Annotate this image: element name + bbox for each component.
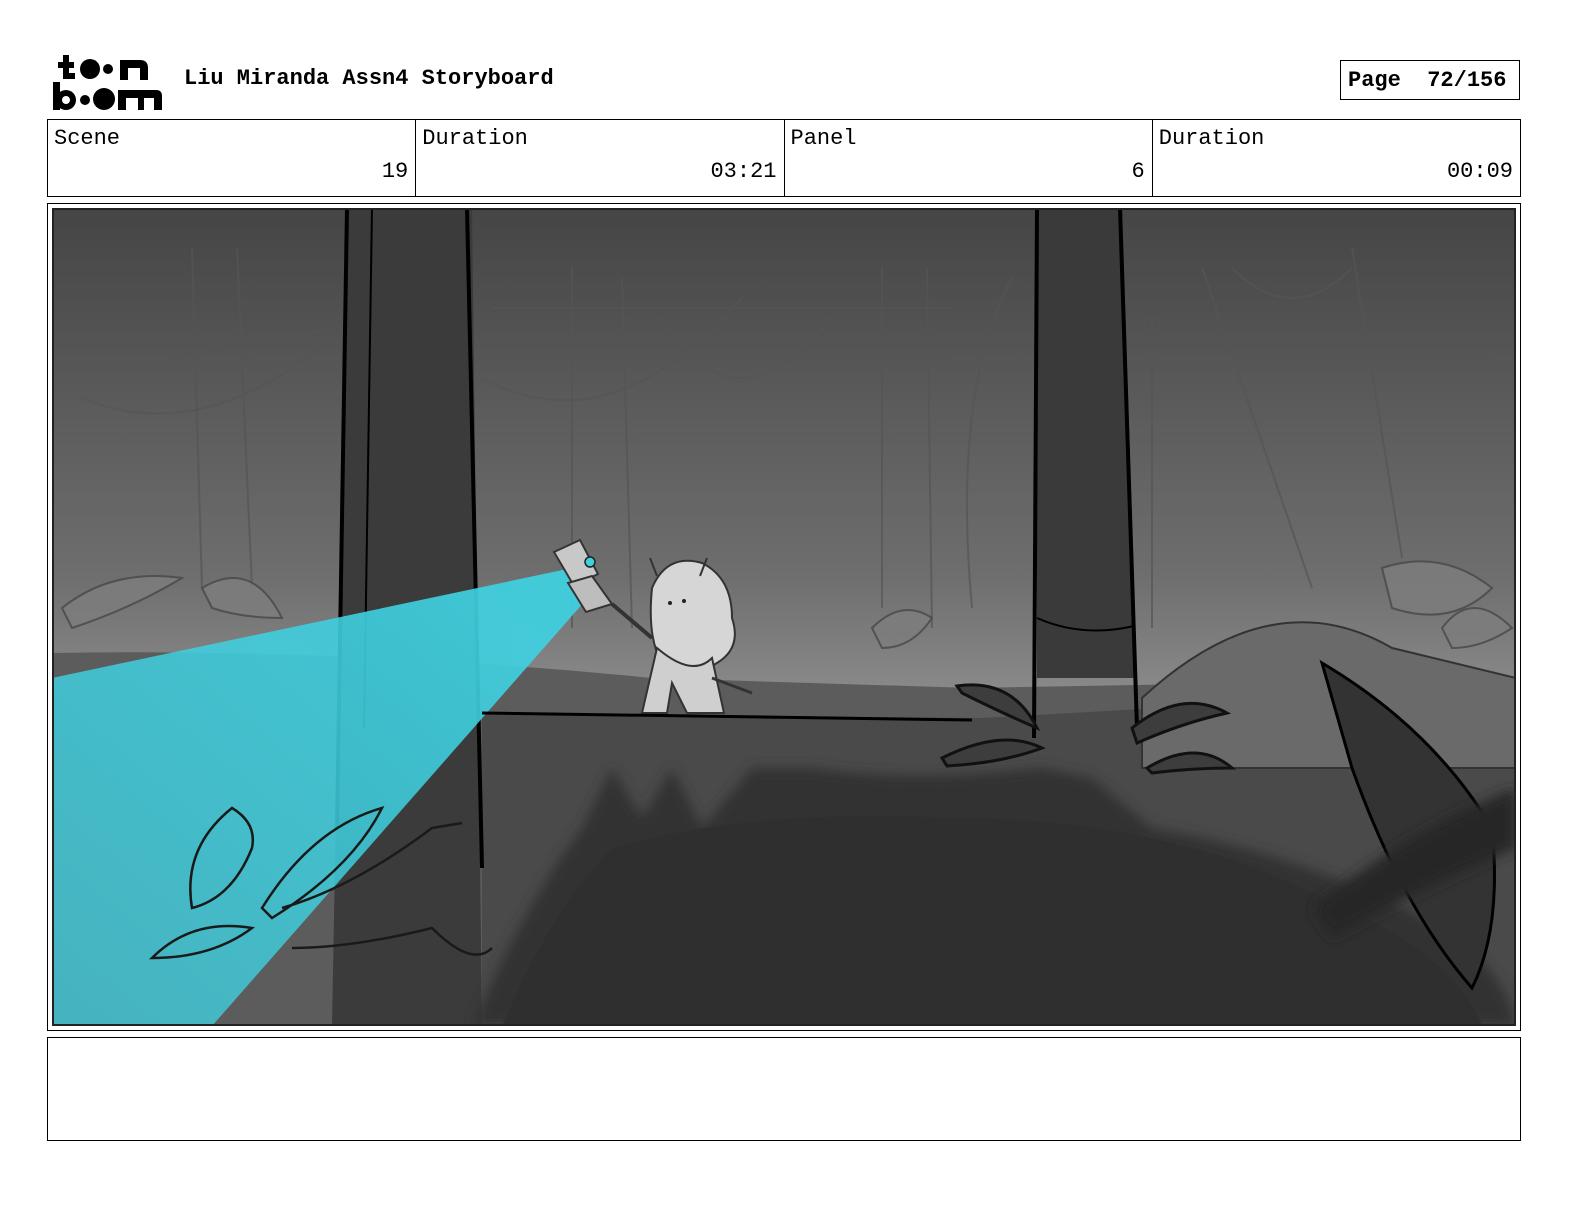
page-number: 72/156 (1427, 67, 1507, 93)
scene-cell: Scene 19 (48, 120, 417, 196)
panel-value: 6 (1131, 159, 1145, 184)
right-tree-trunk (1032, 208, 1139, 739)
scene-value: 19 (381, 159, 409, 184)
scene-label: Scene (54, 126, 121, 151)
page-indicator: Page 72/156 (1340, 60, 1520, 100)
page-label: Page (1348, 67, 1401, 93)
panel-duration-label: Duration (1158, 126, 1265, 151)
panel-cell: Panel 6 (785, 120, 1153, 196)
scene-duration-value: 03:21 (710, 159, 777, 184)
panel-notes-box (47, 1037, 1521, 1141)
scene-duration-label: Duration (422, 126, 528, 151)
storyboard-panel-frame (47, 203, 1521, 1031)
panel-duration-value: 00:09 (1446, 159, 1513, 184)
toonboom-logo (53, 55, 162, 110)
document-title: Liu Miranda Assn4 Storyboard (184, 66, 554, 91)
panel-label: Panel (790, 126, 857, 151)
storyboard-panel-artwork (52, 208, 1516, 1026)
panel-duration-cell: Duration 00:09 (1153, 120, 1520, 196)
scene-duration-cell: Duration 03:21 (416, 120, 785, 196)
panel-info-table: Scene 19 Duration 03:21 Panel 6 Duration… (47, 119, 1521, 197)
